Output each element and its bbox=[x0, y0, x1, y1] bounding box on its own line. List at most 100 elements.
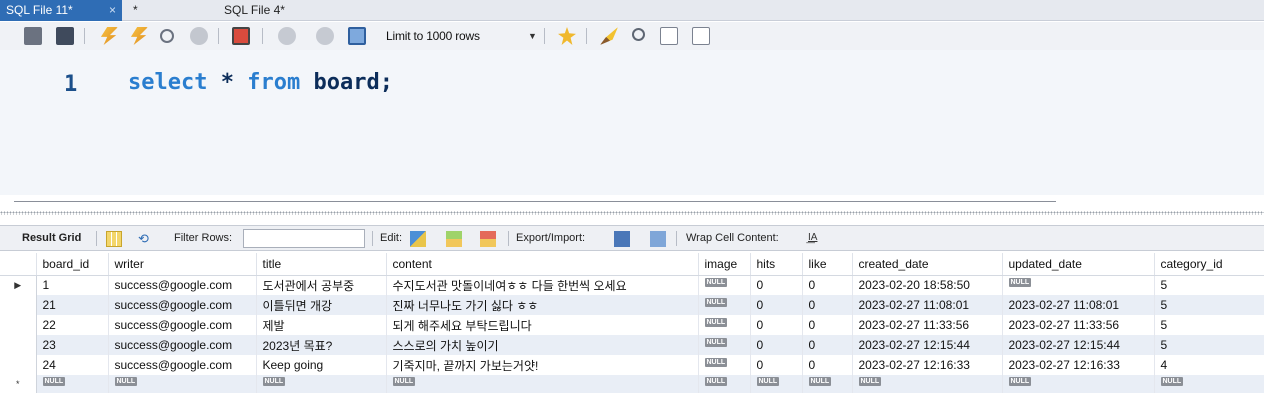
table-cell-category-id[interactable]: 5 bbox=[1154, 315, 1264, 335]
column-header[interactable]: like bbox=[802, 253, 853, 276]
autocommit-icon[interactable] bbox=[348, 27, 366, 45]
export-icon[interactable] bbox=[614, 231, 630, 247]
table-cell-created-date[interactable]: 2023-02-20 18:58:50 bbox=[852, 275, 1003, 295]
table-cell-category-id[interactable]: 5 bbox=[1154, 295, 1264, 315]
table-cell-title[interactable]: 도서관에서 공부중 bbox=[256, 275, 387, 295]
table-cell-title[interactable]: Keep going bbox=[256, 355, 387, 375]
table-cell-updated-date[interactable]: 2023-02-27 11:33:56 bbox=[1002, 315, 1155, 335]
delete-row-icon[interactable] bbox=[480, 231, 496, 247]
splitter-grip[interactable] bbox=[0, 211, 1264, 215]
new-row-cell-created-date[interactable]: NULL bbox=[852, 375, 1003, 393]
table-cell-hits[interactable]: 0 bbox=[750, 295, 803, 315]
chevron-down-icon[interactable]: ▼ bbox=[528, 27, 537, 45]
table-cell-created-date[interactable]: 2023-02-27 11:33:56 bbox=[852, 315, 1003, 335]
table-cell-created-date[interactable]: 2023-02-27 11:08:01 bbox=[852, 295, 1003, 315]
table-cell-content[interactable]: 수지도서관 맛돌이네여ㅎㅎ 다들 한번씩 오세요 bbox=[386, 275, 699, 295]
edit-row-icon[interactable] bbox=[410, 231, 426, 247]
row-marker[interactable] bbox=[0, 295, 37, 315]
sql-editor[interactable]: 1 select * from board; bbox=[0, 50, 1264, 195]
table-cell-category-id[interactable]: 5 bbox=[1154, 275, 1264, 295]
table-cell-hits[interactable]: 0 bbox=[750, 275, 803, 295]
column-header[interactable]: created_date bbox=[852, 253, 1003, 276]
table-cell-image[interactable]: NULL bbox=[698, 335, 751, 355]
explain-icon[interactable] bbox=[160, 29, 174, 43]
table-cell-like[interactable]: 0 bbox=[802, 315, 853, 335]
table-cell-hits[interactable]: 0 bbox=[750, 335, 803, 355]
tab-sql-file-4[interactable]: SQL File 4* bbox=[218, 0, 338, 21]
column-header[interactable]: title bbox=[256, 253, 387, 276]
close-icon[interactable]: × bbox=[109, 0, 116, 20]
new-row[interactable]: * NULL NULL NULL NULL NULL NULL NULL NULL NULL NUL… bbox=[0, 375, 1264, 393]
table-cell-board-id[interactable]: 1 bbox=[36, 275, 109, 295]
new-row-cell-like[interactable]: NULL bbox=[802, 375, 853, 393]
table-cell-hits[interactable]: 0 bbox=[750, 315, 803, 335]
beautify-icon[interactable] bbox=[600, 27, 618, 45]
table-cell-board-id[interactable]: 23 bbox=[36, 335, 109, 355]
toggle-error-icon[interactable] bbox=[232, 27, 250, 45]
commit-icon[interactable] bbox=[278, 27, 296, 45]
limit-rows-select[interactable]: Limit to 1000 rows bbox=[386, 27, 480, 45]
table-cell-board-id[interactable]: 22 bbox=[36, 315, 109, 335]
execute-icon[interactable] bbox=[100, 27, 118, 45]
table-cell-writer[interactable]: success@google.com bbox=[108, 315, 257, 335]
table-cell-content[interactable]: 스스로의 가치 높이기 bbox=[386, 335, 699, 355]
table-cell-created-date[interactable]: 2023-02-27 12:16:33 bbox=[852, 355, 1003, 375]
new-row-cell-hits[interactable]: NULL bbox=[750, 375, 803, 393]
execute-current-icon[interactable] bbox=[130, 27, 148, 45]
table-cell-title[interactable]: 제발 bbox=[256, 315, 387, 335]
table-cell-like[interactable]: 0 bbox=[802, 295, 853, 315]
table-cell-title[interactable]: 이틀뒤면 개강 bbox=[256, 295, 387, 315]
stop-icon[interactable] bbox=[190, 27, 208, 45]
column-header[interactable]: writer bbox=[108, 253, 257, 276]
table-cell-image[interactable]: NULL bbox=[698, 275, 751, 295]
new-row-cell-title[interactable]: NULL bbox=[256, 375, 387, 393]
tab-unsaved[interactable]: * bbox=[127, 0, 217, 21]
table-cell-content[interactable]: 되게 해주세요 부탁드립니다 bbox=[386, 315, 699, 335]
table-cell-updated-date[interactable]: 2023-02-27 12:16:33 bbox=[1002, 355, 1155, 375]
new-row-cell-updated-date[interactable]: NULL bbox=[1002, 375, 1155, 393]
row-marker[interactable] bbox=[0, 315, 37, 335]
column-header[interactable]: hits bbox=[750, 253, 803, 276]
row-marker[interactable] bbox=[0, 335, 37, 355]
tab-sql-file-11[interactable]: SQL File 11* × bbox=[0, 0, 122, 21]
column-header[interactable]: category_id bbox=[1154, 253, 1264, 276]
sql-code-line[interactable]: select * from board; bbox=[128, 70, 393, 95]
save-icon[interactable] bbox=[56, 27, 74, 45]
filter-rows-input[interactable] bbox=[243, 229, 365, 248]
table-row[interactable]: 23 success@google.com 2023년 목표? 스스로의 가치 높이기… bbox=[0, 335, 1264, 355]
row-marker[interactable] bbox=[0, 355, 37, 375]
column-header[interactable]: image bbox=[698, 253, 751, 276]
new-row-cell-board-id[interactable]: NULL bbox=[36, 375, 109, 393]
table-cell-like[interactable]: 0 bbox=[802, 355, 853, 375]
table-cell-writer[interactable]: success@google.com bbox=[108, 335, 257, 355]
add-snippet-icon[interactable] bbox=[558, 27, 576, 45]
table-cell-hits[interactable]: 0 bbox=[750, 355, 803, 375]
table-cell-category-id[interactable]: 5 bbox=[1154, 335, 1264, 355]
grid-view-icon[interactable] bbox=[106, 231, 122, 247]
table-cell-category-id[interactable]: 4 bbox=[1154, 355, 1264, 375]
table-cell-updated-date[interactable]: 2023-02-27 12:15:44 bbox=[1002, 335, 1155, 355]
table-cell-image[interactable]: NULL bbox=[698, 295, 751, 315]
rollback-icon[interactable] bbox=[316, 27, 334, 45]
table-cell-created-date[interactable]: 2023-02-27 12:15:44 bbox=[852, 335, 1003, 355]
new-row-cell-image[interactable]: NULL bbox=[698, 375, 751, 393]
table-cell-board-id[interactable]: 21 bbox=[36, 295, 109, 315]
horizontal-scrollbar[interactable] bbox=[14, 201, 1056, 202]
refresh-icon[interactable]: ⟲ bbox=[138, 231, 154, 247]
add-row-icon[interactable] bbox=[446, 231, 462, 247]
table-cell-like[interactable]: 0 bbox=[802, 275, 853, 295]
import-icon[interactable] bbox=[650, 231, 666, 247]
find-icon[interactable] bbox=[632, 28, 645, 41]
table-cell-updated-date[interactable]: NULL bbox=[1002, 275, 1155, 295]
table-cell-writer[interactable]: success@google.com bbox=[108, 275, 257, 295]
table-row[interactable]: 21 success@google.com 이틀뒤면 개강 진짜 너무나도 가기 싫다… bbox=[0, 295, 1264, 315]
panel-splitter[interactable] bbox=[0, 195, 1264, 221]
new-row-cell-content[interactable]: NULL bbox=[386, 375, 699, 393]
table-cell-updated-date[interactable]: 2023-02-27 11:08:01 bbox=[1002, 295, 1155, 315]
result-grid-label[interactable]: Result Grid bbox=[22, 226, 81, 250]
table-row[interactable]: 22 success@google.com 제발 되게 해주세요 부탁드립니다 NULL… bbox=[0, 315, 1264, 335]
table-cell-title[interactable]: 2023년 목표? bbox=[256, 335, 387, 355]
table-row[interactable]: ▶ 1 success@google.com 도서관에서 공부중 수지도서관 맛돌이네여… bbox=[0, 275, 1264, 295]
column-header[interactable]: board_id bbox=[36, 253, 109, 276]
table-cell-content[interactable]: 진짜 너무나도 가기 싫다 ㅎㅎ bbox=[386, 295, 699, 315]
